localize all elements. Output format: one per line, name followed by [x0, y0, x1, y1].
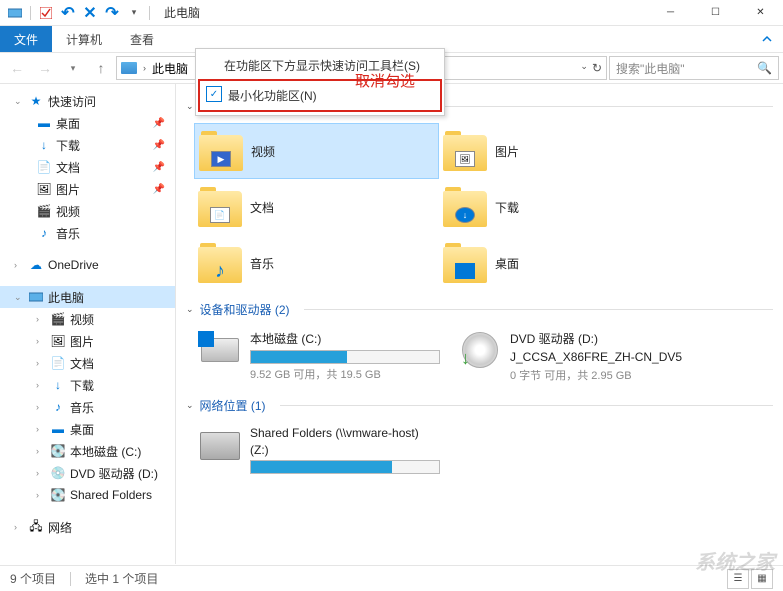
app-icon — [6, 4, 24, 22]
minimize-button[interactable]: ─ — [648, 0, 693, 26]
tree-quick-access[interactable]: ⌄★快速访问 — [0, 90, 175, 112]
search-placeholder: 搜索"此电脑" — [616, 60, 685, 77]
folder-documents[interactable]: 📄 文档 — [194, 179, 439, 235]
tree-desktop[interactable]: ▬桌面📌 — [0, 112, 175, 134]
annotation-text: 取消勾选 — [355, 70, 415, 91]
tab-computer[interactable]: 计算机 — [52, 26, 116, 52]
tree-pc-downloads[interactable]: ›↓下载 — [0, 374, 175, 396]
undo-icon[interactable]: ↶ — [59, 4, 77, 22]
windows-icon — [198, 331, 214, 347]
chevron-down-icon: ⌄ — [186, 101, 194, 112]
group-devices-header[interactable]: ⌄ 设备和驱动器 (2) — [186, 301, 773, 318]
properties-icon[interactable] — [37, 4, 55, 22]
search-input[interactable]: 搜索"此电脑" 🔍 — [609, 56, 779, 80]
tree-shared[interactable]: ›💽Shared Folders — [0, 484, 175, 506]
tree-network[interactable]: ›🖧网络 — [0, 516, 175, 538]
nav-back-button[interactable]: ← — [4, 55, 30, 81]
tree-pc-pictures[interactable]: ›🖼图片 — [0, 330, 175, 352]
content-area: ⌄ 文件夹 (6) ▶ 视频 🖼 图片 📄 文档 ↓ 下载 ♪ — [176, 84, 783, 564]
tab-view[interactable]: 查看 — [116, 26, 168, 52]
redo-arrow-icon[interactable]: ↷ — [103, 4, 121, 22]
chevron-down-icon: ⌄ — [186, 304, 194, 315]
pin-icon: 📌 — [153, 140, 165, 151]
dvd-arrow-icon: ↓ — [461, 348, 470, 369]
drive-d-dvd[interactable]: ↓ DVD 驱动器 (D:) J_CCSA_X86FRE_ZH-CN_DV5 0… — [454, 326, 714, 387]
search-icon: 🔍 — [757, 61, 772, 75]
nav-up-button[interactable]: ↑ — [88, 55, 114, 81]
tree-documents[interactable]: 📄文档📌 — [0, 156, 175, 178]
chevron-right-icon: › — [143, 63, 146, 73]
window-title: 此电脑 — [164, 4, 200, 21]
tree-dvd[interactable]: ›💿DVD 驱动器 (D:) — [0, 462, 175, 484]
tab-file[interactable]: 文件 — [0, 26, 52, 52]
folder-pictures[interactable]: 🖼 图片 — [439, 123, 684, 179]
navigation-tree: ⌄★快速访问 ▬桌面📌 ↓下载📌 📄文档📌 🖼图片📌 🎬视频 ♪音乐 ›☁One… — [0, 84, 176, 564]
status-item-count: 9 个项目 — [10, 570, 56, 587]
folder-downloads[interactable]: ↓ 下载 — [439, 179, 684, 235]
group-devices-title: 设备和驱动器 (2) — [200, 301, 290, 318]
nav-recent-dropdown[interactable]: ▾ — [60, 55, 86, 81]
titlebar: ↶ ✕ ↷ ▾ 此电脑 ─ ☐ ✕ — [0, 0, 783, 26]
address-dropdown-icon[interactable]: ⌄ — [580, 61, 588, 75]
chevron-down-icon: ⌄ — [186, 400, 194, 411]
group-network-title: 网络位置 (1) — [200, 397, 266, 414]
refresh-icon[interactable]: ↻ — [592, 61, 602, 75]
group-network-header[interactable]: ⌄ 网络位置 (1) — [186, 397, 773, 414]
network-drive-icon — [200, 432, 240, 460]
disk-usage-bar — [250, 350, 440, 364]
folder-music[interactable]: ♪ 音乐 — [194, 235, 439, 291]
pc-icon — [121, 62, 137, 74]
pin-icon: 📌 — [153, 118, 165, 129]
status-selected-count: 选中 1 个项目 — [85, 570, 158, 587]
network-shared-folders[interactable]: Shared Folders (\\vmware-host) (Z:) — [194, 422, 454, 480]
tree-pictures[interactable]: 🖼图片📌 — [0, 178, 175, 200]
close-button[interactable]: ✕ — [738, 0, 783, 26]
nav-forward-button[interactable]: → — [32, 55, 58, 81]
ribbon-expand-icon[interactable] — [751, 26, 783, 52]
menu-minimize-ribbon-label: 最小化功能区(N) — [228, 89, 317, 103]
folder-desktop[interactable]: 桌面 — [439, 235, 684, 291]
redo-icon[interactable]: ✕ — [81, 4, 99, 22]
folder-videos[interactable]: ▶ 视频 — [194, 123, 439, 179]
view-details-button[interactable]: ☰ — [727, 569, 749, 589]
qat-dropdown-icon[interactable]: ▾ — [125, 4, 143, 22]
tree-pc-documents[interactable]: ›📄文档 — [0, 352, 175, 374]
address-location: 此电脑 — [152, 60, 188, 77]
tree-pc-desktop[interactable]: ›▬桌面 — [0, 418, 175, 440]
view-tiles-button[interactable]: ▦ — [751, 569, 773, 589]
tree-videos[interactable]: 🎬视频 — [0, 200, 175, 222]
tree-onedrive[interactable]: ›☁OneDrive — [0, 254, 175, 276]
tree-local-disk[interactable]: ›💽本地磁盘 (C:) — [0, 440, 175, 462]
disk-usage-bar — [250, 460, 440, 474]
drive-c[interactable]: 本地磁盘 (C:) 9.52 GB 可用，共 19.5 GB — [194, 326, 454, 387]
maximize-button[interactable]: ☐ — [693, 0, 738, 26]
pin-icon: 📌 — [153, 162, 165, 173]
pin-icon: 📌 — [153, 184, 165, 195]
tree-pc-videos[interactable]: ›🎬视频 — [0, 308, 175, 330]
tree-downloads[interactable]: ↓下载📌 — [0, 134, 175, 156]
statusbar: 9 个项目 选中 1 个项目 ☰ ▦ — [0, 565, 783, 591]
checkbox-icon: ✓ — [206, 86, 222, 102]
tree-music[interactable]: ♪音乐 — [0, 222, 175, 244]
tree-pc-music[interactable]: ›♪音乐 — [0, 396, 175, 418]
tree-this-pc[interactable]: ⌄此电脑 — [0, 286, 175, 308]
